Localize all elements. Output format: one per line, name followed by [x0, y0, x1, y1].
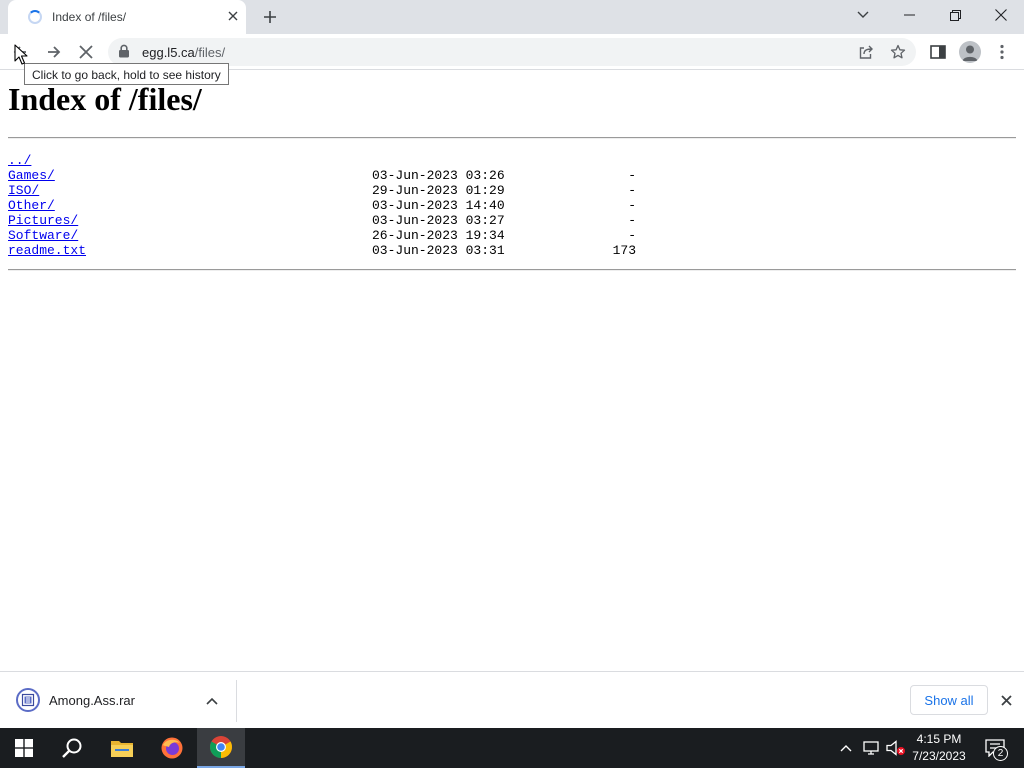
close-icon [1000, 694, 1012, 706]
divider [236, 680, 237, 722]
network-button[interactable] [862, 738, 882, 758]
list-item: Other/ 03-Jun-2023 14:40 - [8, 198, 648, 213]
file-link-readme[interactable]: readme.txt [8, 243, 86, 258]
file-size: - [628, 213, 636, 228]
search-icon [62, 738, 82, 758]
list-item: ../ [8, 153, 648, 168]
modified-date: 03-Jun-2023 14:40 [372, 198, 505, 213]
parent-directory-link[interactable]: ../ [8, 153, 31, 168]
kebab-menu-icon [1000, 44, 1004, 60]
forward-button[interactable] [40, 38, 68, 66]
minimize-button[interactable] [886, 0, 932, 30]
chrome-icon [210, 736, 232, 758]
share-icon [859, 45, 873, 59]
tab-title: Index of /files/ [52, 10, 127, 24]
volume-button[interactable] [886, 738, 906, 758]
windows-taskbar: 4:15 PM 7/23/2023 2 [0, 728, 1024, 768]
restore-icon [949, 9, 961, 21]
lock-icon[interactable] [118, 44, 130, 58]
start-button[interactable] [0, 728, 48, 768]
browser-tab[interactable]: Index of /files/ [8, 0, 246, 34]
back-button-tooltip: Click to go back, hold to see history [24, 63, 229, 85]
close-download-shelf-button[interactable] [996, 690, 1016, 710]
new-tab-button[interactable] [258, 5, 282, 29]
action-center-button[interactable]: 2 [978, 734, 1012, 762]
chevron-down-icon [857, 11, 869, 18]
firefox-icon [161, 737, 183, 759]
browser-menu-button[interactable] [988, 38, 1016, 66]
url-host: egg.l5.ca [142, 45, 195, 60]
modified-date: 03-Jun-2023 03:26 [372, 168, 505, 183]
modified-date: 29-Jun-2023 01:29 [372, 183, 505, 198]
folder-link-other[interactable]: Other/ [8, 198, 55, 213]
avatar-icon [959, 41, 981, 63]
download-options-button[interactable] [202, 691, 222, 711]
clock-date: 7/23/2023 [912, 749, 966, 763]
share-button[interactable] [856, 42, 876, 62]
page-title: Index of /files/ [8, 81, 202, 117]
close-window-button[interactable] [978, 0, 1024, 30]
chevron-up-icon [206, 697, 218, 705]
list-item: Games/ 03-Jun-2023 03:26 - [8, 168, 648, 183]
list-item: Software/ 26-Jun-2023 19:34 - [8, 228, 648, 243]
minimize-icon [903, 14, 915, 16]
folder-link-software[interactable]: Software/ [8, 228, 78, 243]
close-icon [228, 11, 238, 21]
mouse-cursor-icon [14, 44, 28, 65]
divider [8, 137, 1016, 139]
file-size: - [628, 198, 636, 213]
show-hidden-icons-button[interactable] [836, 738, 856, 758]
file-listing: ../ Games/ 03-Jun-2023 03:26 - ISO/ 29-J… [8, 153, 648, 258]
url-path: /files/ [194, 45, 226, 60]
clock-time: 4:15 PM [916, 732, 962, 746]
chevron-up-icon [840, 745, 852, 752]
list-item: Pictures/ 03-Jun-2023 03:27 - [8, 213, 648, 228]
address-bar[interactable]: egg.l5.ca/files/ [108, 38, 916, 66]
list-item: ISO/ 29-Jun-2023 01:29 - [8, 183, 648, 198]
folder-link-games[interactable]: Games/ [8, 168, 55, 183]
modified-date: 03-Jun-2023 03:27 [372, 213, 505, 228]
tab-search-button[interactable] [840, 0, 886, 30]
windows-start-icon [15, 739, 33, 757]
divider [8, 269, 1016, 271]
plus-icon [264, 11, 276, 23]
taskbar-search-button[interactable] [48, 728, 96, 768]
page-content: Index of /files/ ../ Games/ 03-Jun-2023 … [0, 71, 1024, 671]
restore-button[interactable] [932, 0, 978, 30]
side-panel-button[interactable] [924, 38, 952, 66]
chrome-button[interactable] [197, 728, 245, 768]
notification-count-badge: 2 [993, 746, 1008, 761]
close-icon [995, 9, 1007, 21]
url-text: egg.l5.ca/files/ [142, 45, 225, 60]
modified-date: 03-Jun-2023 03:31 [372, 243, 505, 258]
tab-close-button[interactable] [224, 7, 242, 25]
bookmark-button[interactable] [888, 42, 908, 62]
folder-link-pictures[interactable]: Pictures/ [8, 213, 78, 228]
list-item: readme.txt 03-Jun-2023 03:31 173 [8, 243, 648, 258]
file-explorer-button[interactable] [98, 728, 146, 768]
profile-button[interactable] [956, 38, 984, 66]
star-icon [890, 44, 906, 59]
arrow-right-icon [48, 46, 61, 58]
system-clock[interactable]: 4:15 PM 7/23/2023 [906, 731, 972, 765]
modified-date: 26-Jun-2023 19:34 [372, 228, 505, 243]
side-panel-icon [930, 45, 946, 59]
file-size: - [628, 168, 636, 183]
tab-strip: Index of /files/ [0, 0, 1024, 34]
download-file-name[interactable]: Among.Ass.rar [49, 693, 135, 708]
loading-spinner-icon [28, 10, 42, 24]
archive-file-icon [16, 688, 40, 712]
file-size: 173 [612, 243, 636, 258]
firefox-button[interactable] [148, 728, 196, 768]
folder-link-iso[interactable]: ISO/ [8, 183, 39, 198]
file-explorer-icon [111, 741, 133, 757]
network-icon [863, 741, 879, 755]
file-size: - [628, 183, 636, 198]
close-icon [79, 45, 93, 59]
stop-loading-button[interactable] [72, 38, 100, 66]
show-all-button[interactable]: Show all [910, 685, 988, 715]
file-size: - [628, 228, 636, 243]
volume-muted-icon [886, 740, 905, 756]
download-shelf: Among.Ass.rar Show all [0, 671, 1024, 728]
